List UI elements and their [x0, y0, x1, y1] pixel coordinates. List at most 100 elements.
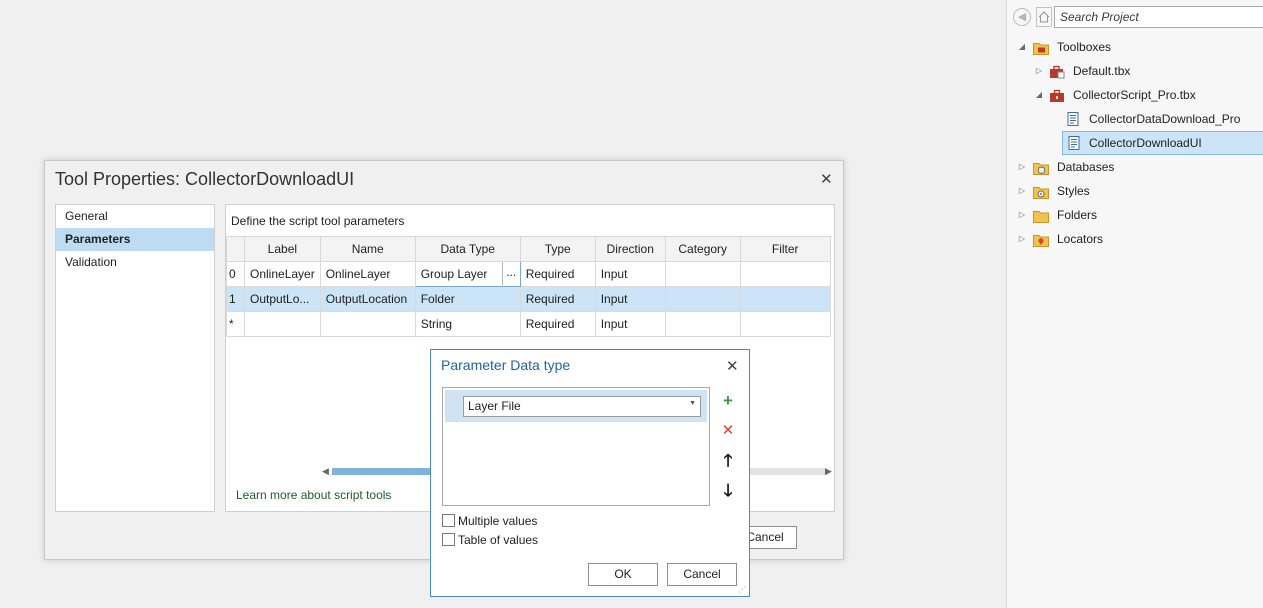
panel-description: Define the script tool parameters	[231, 214, 405, 228]
scrollbar-thumb[interactable]	[332, 468, 442, 475]
expand-arrow-icon[interactable]: ▷	[1017, 204, 1027, 226]
cell-type[interactable]: Required	[519, 261, 596, 287]
locator-folder-icon	[1033, 232, 1049, 247]
close-icon[interactable]: ✕	[726, 357, 739, 375]
cell-data-type[interactable]: Folder	[414, 286, 521, 312]
cell-name[interactable]: OutputLocation	[319, 286, 416, 312]
cell-name[interactable]: OnlineLayer	[319, 261, 416, 287]
cell-label[interactable]: OutputLo...	[244, 286, 321, 312]
tree-item-label: CollectorDataDownload_Pro	[1089, 112, 1241, 126]
tree-item-label: CollectorScript_Pro.tbx	[1073, 88, 1196, 102]
data-type-dropdown[interactable]: Layer File ▼	[463, 396, 701, 417]
tree-item-collectordatadownload[interactable]: CollectorDataDownload_Pro	[1007, 108, 1263, 130]
cell-type[interactable]: Required	[519, 286, 596, 312]
multiple-values-option[interactable]: Multiple values	[442, 513, 537, 529]
table-row[interactable]: * String Required Input	[226, 311, 831, 337]
scroll-right-icon[interactable]: ▶	[825, 466, 832, 477]
cell-direction[interactable]: Input	[594, 261, 666, 287]
tree-item-label: Folders	[1057, 208, 1098, 222]
data-type-ellipsis-button[interactable]: ...	[501, 262, 520, 285]
database-folder-icon	[1033, 160, 1049, 175]
tree-item-collectordownloadui[interactable]: CollectorDownloadUI	[1062, 131, 1263, 155]
cell-category[interactable]	[664, 286, 741, 312]
row-index: 1	[226, 286, 245, 312]
cancel-button[interactable]: Cancel	[667, 563, 737, 586]
styles-folder-icon	[1033, 184, 1049, 199]
tree-item-label: Toolboxes	[1057, 40, 1112, 54]
tree-item-databases[interactable]: ▷ Databases	[1007, 156, 1263, 178]
tree-item-styles[interactable]: ▷ Styles	[1007, 180, 1263, 202]
tree-item-label: Styles	[1057, 184, 1090, 198]
column-header-data-type[interactable]: Data Type	[414, 236, 521, 262]
expand-arrow-icon[interactable]: ▷	[1017, 228, 1027, 250]
cell-direction[interactable]: Input	[594, 311, 666, 337]
nav-item-general[interactable]: General	[56, 205, 214, 228]
nav-item-parameters[interactable]: Parameters	[56, 228, 214, 251]
ok-button[interactable]: OK	[588, 563, 658, 586]
properties-nav: General Parameters Validation	[55, 204, 215, 512]
parameter-data-type-dialog: Parameter Data type ✕ Layer File ▼ + ✕ 🡑…	[430, 349, 750, 597]
dropdown-value: Layer File	[468, 399, 521, 413]
tree-item-collectorscript-tbx[interactable]: ◢ CollectorScript_Pro.tbx	[1007, 84, 1263, 106]
back-arrow-icon[interactable]: ◀	[1013, 8, 1031, 26]
folder-icon	[1033, 208, 1049, 223]
cell-type[interactable]: Required	[519, 311, 596, 337]
tree-item-locators[interactable]: ▷ Locators	[1007, 228, 1263, 250]
learn-more-link[interactable]: Learn more about script tools	[236, 488, 391, 502]
table-of-values-option[interactable]: Table of values	[442, 532, 538, 548]
tree-item-folders[interactable]: ▷ Folders	[1007, 204, 1263, 226]
add-icon[interactable]: +	[720, 392, 736, 409]
column-header-label[interactable]: Label	[244, 236, 321, 262]
dialog-title: Parameter Data type	[441, 357, 571, 373]
column-header-name[interactable]: Name	[319, 236, 416, 262]
column-header-direction[interactable]: Direction	[594, 236, 666, 262]
move-down-icon[interactable]: 🡓	[720, 482, 736, 499]
resize-grip-icon[interactable]: ⋰	[738, 585, 747, 594]
cell-category[interactable]	[664, 311, 741, 337]
cell-filter[interactable]	[739, 311, 831, 337]
tree-item-default-tbx[interactable]: ▷ Default.tbx	[1007, 60, 1263, 82]
window-title: Tool Properties: CollectorDownloadUI	[55, 169, 355, 189]
cell-data-type[interactable]: String	[414, 311, 521, 337]
search-project-input[interactable]: Search Project	[1054, 6, 1263, 28]
cell-category[interactable]	[664, 261, 741, 287]
cell-filter[interactable]	[739, 286, 831, 312]
cell-direction[interactable]: Input	[594, 286, 666, 312]
cell-label[interactable]: OnlineLayer	[244, 261, 321, 287]
column-header-category[interactable]: Category	[664, 236, 741, 262]
row-index: *	[226, 311, 245, 337]
tree-item-toolboxes[interactable]: ◢ Toolboxes	[1007, 36, 1263, 58]
expand-arrow-icon[interactable]: ▷	[1017, 180, 1027, 202]
column-header-filter[interactable]: Filter	[739, 236, 831, 262]
scroll-left-icon[interactable]: ◀	[322, 466, 329, 477]
table-header-row: Label Name Data Type Type Direction Cate…	[226, 236, 831, 262]
catalog-pane: ◀ Search Project ◢ Toolboxes ▷ Default.t…	[1006, 0, 1263, 608]
table-of-values-checkbox[interactable]	[442, 533, 455, 546]
table-row[interactable]: 0 OnlineLayer OnlineLayer Group Layer ..…	[226, 261, 831, 287]
cell-filter[interactable]	[739, 261, 831, 287]
column-header-type[interactable]: Type	[519, 236, 596, 262]
nav-item-validation[interactable]: Validation	[56, 251, 214, 274]
table-row[interactable]: 1 OutputLo... OutputLocation Folder Requ…	[226, 286, 831, 312]
cell-label[interactable]	[244, 311, 321, 337]
list-item[interactable]: Layer File ▼	[445, 390, 707, 422]
expand-arrow-icon[interactable]: ▷	[1017, 156, 1027, 178]
close-icon[interactable]: ✕	[820, 170, 833, 188]
multiple-values-checkbox[interactable]	[442, 514, 455, 527]
script-icon	[1065, 111, 1081, 127]
collapse-arrow-icon[interactable]: ◢	[1034, 84, 1044, 106]
tree-item-label: Locators	[1057, 232, 1104, 246]
home-icon[interactable]	[1036, 7, 1052, 27]
tree-item-label: Default.tbx	[1073, 64, 1131, 78]
collapse-arrow-icon[interactable]: ◢	[1017, 36, 1027, 58]
data-type-list: Layer File ▼	[442, 387, 710, 506]
remove-icon[interactable]: ✕	[720, 423, 736, 439]
cell-data-type[interactable]: Group Layer ...	[414, 261, 521, 287]
parameters-table: Label Name Data Type Type Direction Cate…	[226, 236, 831, 337]
toolbox-folder-icon	[1033, 40, 1049, 55]
row-index-header	[226, 236, 245, 262]
move-up-icon[interactable]: 🡑	[720, 452, 736, 469]
chevron-down-icon: ▼	[689, 400, 696, 407]
expand-arrow-icon[interactable]: ▷	[1034, 60, 1044, 82]
cell-name[interactable]	[319, 311, 416, 337]
